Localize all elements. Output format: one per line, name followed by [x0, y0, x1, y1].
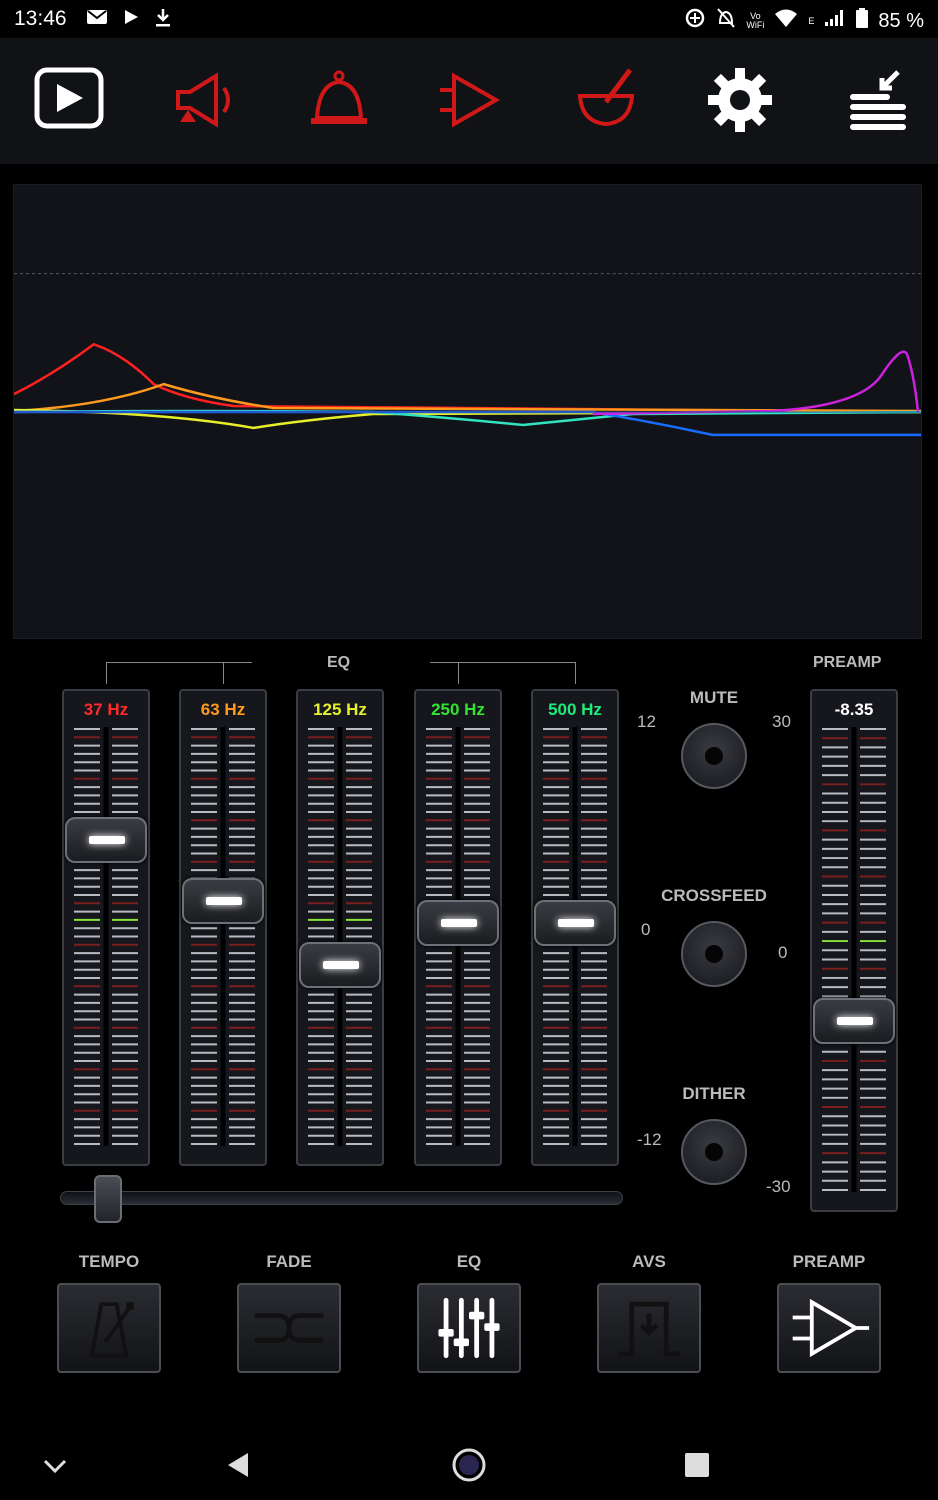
dither-knob[interactable] [681, 1119, 747, 1185]
frequency-response-graph [13, 184, 922, 639]
response-curve-high [592, 350, 920, 416]
tempo-button[interactable] [57, 1283, 161, 1373]
crossfeed-knob[interactable] [681, 921, 747, 987]
signal-type: E [808, 16, 815, 26]
preamp-value: -8.35 [834, 700, 874, 719]
eq-band-slider[interactable]: 63 Hz [179, 689, 267, 1166]
download-icon [154, 8, 172, 34]
eq-band-handle[interactable] [65, 817, 147, 864]
eq-band-handle[interactable] [299, 941, 381, 988]
tempo-label: TEMPO [78, 1252, 140, 1271]
bell-icon[interactable] [301, 62, 377, 138]
queue-menu-icon[interactable] [840, 62, 916, 138]
speaker-icon[interactable] [166, 62, 242, 138]
preamp-label: PREAMP [792, 1252, 866, 1271]
preamp-scale-top: 30 [772, 712, 791, 731]
status-bar: 13:46 Vo WiFi E 85 % [0, 0, 938, 38]
toolbar [0, 38, 938, 164]
eq-label: EQ [456, 1252, 482, 1271]
battery-icon [856, 8, 869, 34]
metronome-icon [89, 1302, 134, 1358]
status-time: 13:46 [14, 7, 67, 30]
navigation-bar [0, 1425, 938, 1500]
mail-icon [86, 8, 108, 34]
amplifier-icon [792, 1298, 870, 1358]
signal-icon [824, 9, 846, 33]
slider-ticks [72, 727, 140, 1146]
tempo-slider-track[interactable] [60, 1191, 623, 1205]
dither-label: DITHER [682, 1084, 746, 1103]
eq-band-label: 250 Hz [431, 700, 485, 719]
eq-scale-bottom: -12 [637, 1130, 662, 1149]
equalizer-icon [438, 1297, 500, 1359]
eq-bracket-left [106, 662, 252, 684]
vowifi-indicator: Vo WiFi [746, 11, 765, 30]
eq-band-slider[interactable]: 250 Hz [414, 689, 502, 1166]
battery-percent: 85 % [878, 9, 924, 32]
muted-bell-icon [716, 7, 736, 35]
response-curve-37hz [13, 342, 922, 414]
eq-band-label: 500 Hz [548, 700, 602, 719]
eq-bracket-tick [223, 662, 224, 684]
tempo-slider-handle[interactable] [93, 1175, 122, 1223]
fade-button[interactable] [237, 1283, 341, 1373]
sync-icon [684, 7, 706, 35]
eq-band-slider[interactable]: 125 Hz [296, 689, 384, 1166]
home-icon[interactable] [449, 1445, 489, 1485]
eq-bracket-tick [458, 662, 459, 684]
preamp-scale-bottom: -30 [766, 1177, 791, 1196]
mute-knob[interactable] [681, 723, 747, 789]
chevron-down-icon[interactable] [35, 1445, 75, 1485]
preamp-scale-mid: 0 [778, 943, 788, 962]
mute-label: MUTE [689, 688, 739, 707]
eq-bracket-right [430, 662, 576, 684]
play-screen-icon[interactable] [31, 62, 107, 138]
gear-icon[interactable] [702, 62, 778, 138]
slider-ticks [820, 727, 888, 1192]
avs-label: AVS [632, 1252, 666, 1271]
eq-band-label: 63 Hz [200, 700, 246, 719]
eq-section-title: EQ [327, 654, 351, 671]
eq-band-slider[interactable]: 500 Hz [531, 689, 619, 1166]
slider-ticks [306, 727, 374, 1146]
eq-band-handle[interactable] [534, 900, 616, 947]
eq-button[interactable] [417, 1283, 521, 1373]
eq-bracket-tick [106, 662, 107, 684]
play-icon [122, 8, 140, 34]
back-icon[interactable] [218, 1445, 258, 1485]
avs-button[interactable] [597, 1283, 701, 1373]
crossfade-icon [254, 1313, 324, 1343]
eq-scale-mid: 0 [641, 920, 651, 939]
eq-scale-top: 12 [637, 712, 656, 731]
eq-band-slider[interactable]: 37 Hz [62, 689, 150, 1166]
preamp-slider-handle[interactable] [813, 997, 895, 1044]
fade-label: FADE [266, 1252, 312, 1271]
wifi-icon [774, 8, 798, 34]
eq-band-handle[interactable] [417, 900, 499, 947]
eq-band-label: 37 Hz [83, 700, 129, 719]
preamp-section-title: PREAMP [813, 654, 882, 671]
slider-ticks [189, 727, 257, 1146]
preamp-button[interactable] [777, 1283, 881, 1373]
preamp-slider[interactable]: -8.35 [810, 689, 898, 1212]
eq-band-handle[interactable] [182, 877, 264, 924]
crossfeed-label: CROSSFEED [661, 886, 767, 905]
output-arrow-icon[interactable] [434, 62, 510, 138]
avs-icon [618, 1301, 680, 1357]
eq-band-label: 125 Hz [313, 700, 367, 719]
mortar-pestle-icon[interactable] [568, 62, 644, 138]
recents-icon[interactable] [677, 1445, 717, 1485]
